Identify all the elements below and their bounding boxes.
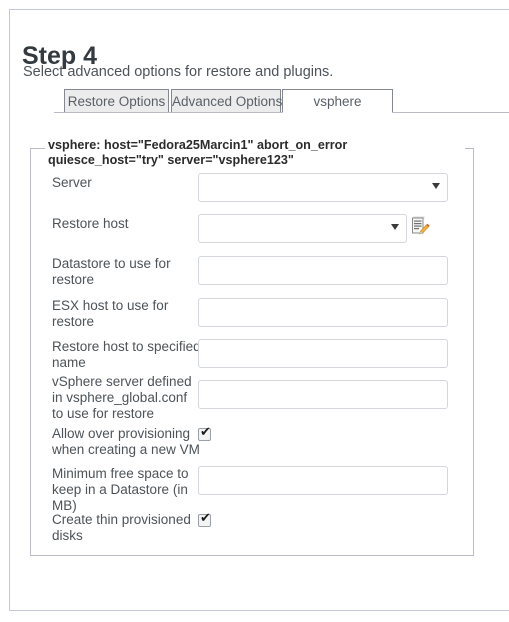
vsphere-server-conf-input[interactable] bbox=[198, 380, 448, 409]
label-server: Server bbox=[52, 175, 92, 190]
wizard-panel: Step 4 Select advanced options for resto… bbox=[9, 9, 509, 611]
server-select[interactable] bbox=[198, 173, 448, 202]
allow-over-provision-checkbox[interactable]: ✔ bbox=[198, 425, 211, 441]
label-allow-over-provision: Allow over provisioning when creating a … bbox=[52, 426, 200, 457]
label-datastore: Datastore to use for restore bbox=[52, 256, 171, 287]
chevron-down-icon bbox=[391, 224, 399, 230]
thin-provisioned-checkbox[interactable]: ✔ bbox=[198, 511, 211, 527]
vsphere-options-legend: vsphere: host="Fedora25Marcin1" abort_on… bbox=[45, 138, 465, 168]
label-restore-host-name: Restore host to specified name bbox=[52, 339, 201, 370]
tab-strip: Restore Options Advanced Options vsphere bbox=[10, 89, 509, 113]
label-vsphere-server-conf: vSphere server defined in vsphere_global… bbox=[52, 374, 192, 421]
esx-host-input[interactable] bbox=[198, 298, 448, 327]
tab-vsphere[interactable]: vsphere bbox=[282, 89, 393, 113]
min-free-space-input[interactable] bbox=[198, 466, 448, 495]
label-min-free-space: Minimum free space to keep in a Datastor… bbox=[52, 466, 189, 513]
restore-host-name-input[interactable] bbox=[198, 339, 448, 368]
restore-host-select[interactable] bbox=[198, 214, 407, 243]
datastore-input[interactable] bbox=[198, 256, 448, 285]
chevron-down-icon bbox=[432, 183, 440, 189]
page-subtitle: Select advanced options for restore and … bbox=[23, 64, 334, 80]
check-icon: ✔ bbox=[200, 425, 211, 440]
label-esx-host: ESX host to use for restore bbox=[52, 298, 169, 329]
tab-restore-options[interactable]: Restore Options bbox=[64, 89, 169, 113]
label-thin-provisioned: Create thin provisioned disks bbox=[52, 512, 191, 543]
note-edit-icon[interactable] bbox=[410, 215, 431, 236]
label-restore-host: Restore host bbox=[52, 216, 129, 231]
tab-advanced-options[interactable]: Advanced Options bbox=[171, 89, 282, 113]
check-icon: ✔ bbox=[200, 511, 211, 526]
